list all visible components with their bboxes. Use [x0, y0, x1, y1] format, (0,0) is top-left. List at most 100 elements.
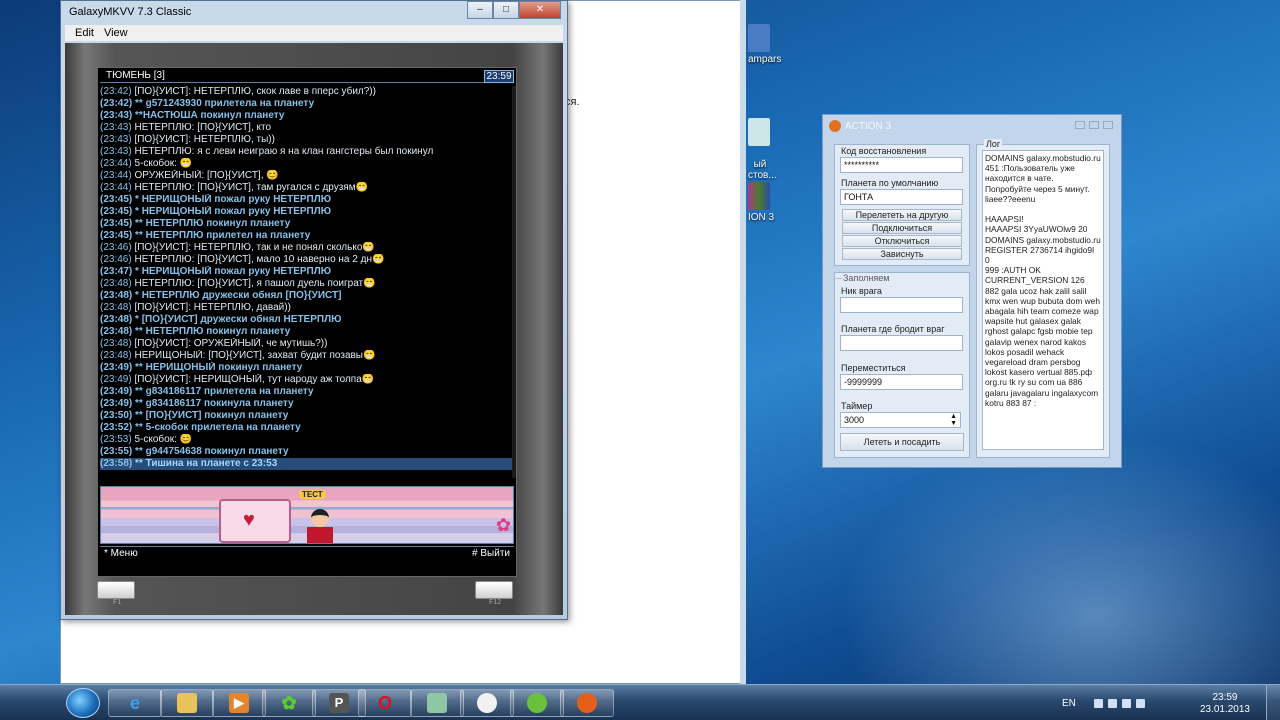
log-line: galavip wenex narod kakos: [985, 336, 1087, 347]
galaxy-window[interactable]: GalaxyMKVV 7.3 Classic – □ ✕ Edit View Т…: [60, 0, 568, 620]
taskbar-alien-button[interactable]: [510, 689, 564, 717]
chat-message[interactable]: (23:43) НЕТЕРПЛЮ: [ПО}{УИСТ], кто: [100, 122, 514, 134]
message-text: * НЕРИЩОНЫЙ пожал руку НЕТЕРПЛЮ: [135, 266, 332, 277]
chat-message[interactable]: (23:52) ** 5-скобок прилетела на планету: [100, 422, 514, 434]
default-planet-input[interactable]: ГОНТА: [840, 189, 963, 205]
desktop-icon-ampars[interactable]: ampars: [748, 24, 781, 65]
chat-message[interactable]: (23:48) [ПО}{УИСТ]: НЕТЕРПЛЮ, давай)): [100, 302, 514, 314]
menu-view[interactable]: View: [104, 25, 128, 41]
log-textarea[interactable]: DOMAINS galaxy.mobstudio.ru 451 :Пользова…: [982, 150, 1104, 450]
enemy-nick-input[interactable]: [840, 297, 963, 313]
exit-softkey[interactable]: # Выйти: [472, 547, 510, 561]
chat-message[interactable]: (23:42) [ПО}{УИСТ]: НЕТЕРПЛЮ, скок лаве …: [100, 86, 514, 98]
disconnect-button[interactable]: Отключиться: [842, 235, 962, 247]
phone-screen[interactable]: ТЮМЕНЬ [3] 23:59 (23:42) [ПО}{УИСТ]: НЕТ…: [97, 67, 517, 577]
chat-message[interactable]: (23:45) ** НЕТЕРПЛЮ прилетел на планету: [100, 230, 514, 242]
background-window-scrollbar[interactable]: [740, 0, 746, 684]
volume-icon[interactable]: [1136, 699, 1145, 708]
right-soft-button[interactable]: [475, 581, 513, 599]
chat-message[interactable]: (23:48) * НЕТЕРПЛЮ дружески обнял [ПО}{У…: [100, 290, 514, 302]
chat-message[interactable]: (23:48) ** НЕТЕРПЛЮ покинул планету: [100, 326, 514, 338]
taskbar-clock[interactable]: 23:59 23.01.2013: [1200, 692, 1250, 716]
chat-message[interactable]: (23:45) * НЕРИЩОНЫЙ пожал руку НЕТЕРПЛЮ: [100, 206, 514, 218]
chat-message[interactable]: (23:55) ** g944754638 покинул планету: [100, 446, 514, 458]
minimize-button[interactable]: [1075, 121, 1085, 129]
taskbar-explorer-button[interactable]: [160, 689, 214, 717]
chat-message[interactable]: (23:49) [ПО}{УИСТ]: НЕРИЩОНЫЙ, тут народ…: [100, 374, 514, 386]
chat-message[interactable]: (23:42) ** g571243930 прилетела на плане…: [100, 98, 514, 110]
maximize-button[interactable]: □: [493, 1, 519, 19]
chat-message[interactable]: (23:44) 5-скобок: 😁: [100, 158, 514, 170]
chat-message[interactable]: (23:49) ** g834186117 прилетела на плане…: [100, 386, 514, 398]
show-desktop-button[interactable]: [1266, 685, 1280, 720]
log-line: CURRENT_VERSION 126: [985, 275, 1085, 286]
taskbar-media-button[interactable]: ▶: [212, 689, 266, 717]
left-soft-button[interactable]: [97, 581, 135, 599]
chat-message[interactable]: (23:43) НЕТЕРПЛЮ: я с леви неиграю я на …: [100, 146, 514, 158]
menu-softkey[interactable]: * Меню: [104, 547, 138, 561]
hang-button[interactable]: Зависнуть: [842, 248, 962, 260]
taskbar-opera-button[interactable]: O: [358, 689, 412, 717]
taskbar-icq-button[interactable]: ✿: [262, 689, 316, 717]
close-button[interactable]: [1103, 121, 1113, 129]
chat-scrollbar[interactable]: [512, 86, 516, 478]
tray-arrow-icon[interactable]: [1094, 699, 1103, 708]
chat-message[interactable]: (23:48) [ПО}{УИСТ]: ОРУЖЕЙНЫЙ, че мутишь…: [100, 338, 514, 350]
fly-land-button[interactable]: Лететь и посадить: [840, 433, 964, 451]
chat-message[interactable]: (23:43) [ПО}{УИСТ]: НЕТЕРПЛЮ, ты)): [100, 134, 514, 146]
chat-message[interactable]: (23:46) [ПО}{УИСТ]: НЕТЕРПЛЮ, так и не п…: [100, 242, 514, 254]
message-time: (23:48): [100, 314, 133, 325]
message-time: (23:44): [100, 170, 132, 181]
chat-message[interactable]: (23:45) * НЕРИЩОНЫЙ пожал руку НЕТЕРПЛЮ: [100, 194, 514, 206]
planet-scene[interactable]: ♥ ТЕСТ ✿: [100, 486, 514, 544]
chat-message[interactable]: (23:50) ** [ПО}{УИСТ] покинул планету: [100, 410, 514, 422]
chat-message[interactable]: (23:47) * НЕРИЩОНЫЙ пожал руку НЕТЕРПЛЮ: [100, 266, 514, 278]
spinner-arrows-icon[interactable]: ▲ ▼: [950, 413, 957, 427]
chat-message[interactable]: (23:49) ** g834186117 покинула планету: [100, 398, 514, 410]
taskbar-app-button[interactable]: [410, 689, 464, 717]
maximize-button[interactable]: [1089, 121, 1099, 129]
chat-message[interactable]: (23:48) НЕРИЩОНЫЙ: [ПО}{УИСТ], захват бу…: [100, 350, 514, 362]
menu-edit[interactable]: Edit: [75, 25, 94, 41]
message-text: * [ПО}{УИСТ] дружески обнял НЕТЕРПЛЮ: [135, 314, 342, 325]
chat-message[interactable]: (23:44) НЕТЕРПЛЮ: [ПО}{УИСТ], там ругалс…: [100, 182, 514, 194]
chat-message[interactable]: (23:53) 5-скобок: 😊: [100, 434, 514, 446]
fly-other-button[interactable]: Перелететь на другую: [842, 209, 962, 221]
avatar-head[interactable]: [311, 509, 329, 527]
desktop-icon-action3[interactable]: ION 3: [748, 182, 774, 223]
clock-date: 23.01.2013: [1199, 704, 1250, 715]
chat-message[interactable]: (23:48) НЕТЕРПЛЮ: [ПО}{УИСТ], я пашол ду…: [100, 278, 514, 290]
folder-icon: [177, 693, 197, 713]
taskbar-devil-button[interactable]: [560, 689, 614, 717]
language-indicator[interactable]: EN: [1062, 698, 1076, 709]
message-time: (23:52): [100, 422, 133, 433]
chat-message[interactable]: (23:58) ** Тишина на планете с 23:53: [100, 458, 514, 470]
chat-message[interactable]: (23:46) НЕТЕРПЛЮ: [ПО}{УИСТ], мало 10 на…: [100, 254, 514, 266]
chat-message[interactable]: (23:44) ОРУЖЕЙНЫЙ: [ПО}{УИСТ], 😊: [100, 170, 514, 182]
chat-message[interactable]: (23:43) **НАСТЮША покинул планету: [100, 110, 514, 122]
minimize-button[interactable]: –: [467, 1, 493, 19]
network-icon[interactable]: [1108, 699, 1117, 708]
flag-icon[interactable]: [1122, 699, 1131, 708]
chat-message[interactable]: (23:48) * [ПО}{УИСТ] дружески обнял НЕТЕ…: [100, 314, 514, 326]
enemy-planet-input[interactable]: [840, 335, 963, 351]
taskbar-mask-button[interactable]: [460, 689, 514, 717]
chat-message[interactable]: (23:45) ** НЕТЕРПЛЮ покинул планету: [100, 218, 514, 230]
desktop-icon-docs[interactable]: ый стов...: [748, 96, 777, 181]
recovery-code-input[interactable]: **********: [840, 157, 963, 173]
avatar-body[interactable]: [307, 527, 333, 543]
connect-button[interactable]: Подключиться: [842, 222, 962, 234]
log-line: 999 :AUTH OK: [985, 265, 1041, 276]
chat-message[interactable]: (23:49) ** НЕРИЩОНЫЙ покинул планету: [100, 362, 514, 374]
message-text: [ПО}{УИСТ]: НЕРИЩОНЫЙ, тут народу аж тол…: [134, 374, 375, 385]
move-input[interactable]: -9999999: [840, 374, 963, 390]
document-icon: [748, 118, 770, 146]
message-time: (23:48): [100, 278, 132, 289]
start-button[interactable]: [66, 688, 100, 718]
message-time: (23:58): [100, 458, 133, 469]
close-button[interactable]: ✕: [519, 1, 561, 19]
message-text: 5-скобок: 😊: [134, 434, 193, 445]
chat-log[interactable]: (23:42) [ПО}{УИСТ]: НЕТЕРПЛЮ, скок лаве …: [100, 86, 514, 478]
taskbar-ie-button[interactable]: e: [108, 689, 162, 717]
timer-spinner[interactable]: 3000 ▲ ▼: [840, 412, 961, 428]
